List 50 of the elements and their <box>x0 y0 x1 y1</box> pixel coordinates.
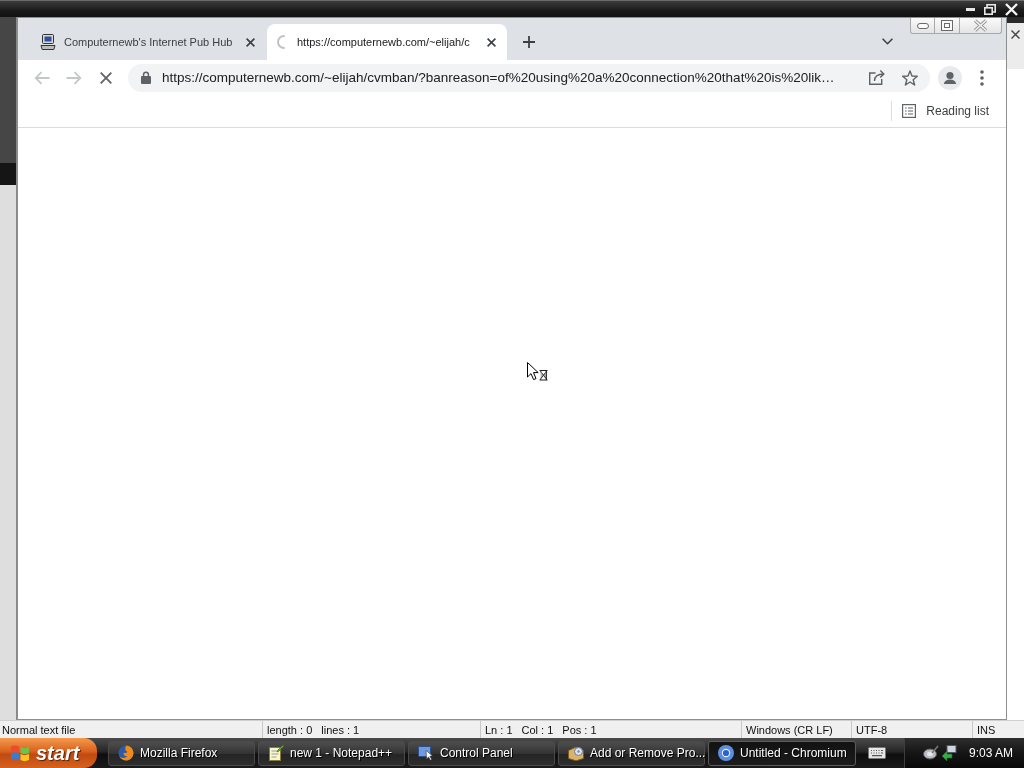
status-text: Windows (CR LF) <box>746 723 833 736</box>
minimize-icon <box>916 22 929 29</box>
share-icon <box>869 70 885 85</box>
network-icon[interactable] <box>941 745 957 761</box>
close-icon[interactable] <box>1011 30 1020 39</box>
minimize-icon[interactable] <box>966 7 975 11</box>
busy-cursor-icon <box>527 362 549 381</box>
status-text: length : 0 <box>267 723 313 736</box>
taskbar-button[interactable]: Untitled - Chromium <box>708 740 856 766</box>
taskbar-button[interactable]: Add or Remove Pro... <box>558 740 705 766</box>
reading-list-button[interactable]: Reading list <box>896 99 995 123</box>
close-icon <box>245 37 255 47</box>
restore-button[interactable] <box>935 18 960 34</box>
star-icon <box>902 69 918 86</box>
status-text: Pos : 1 <box>562 723 597 736</box>
circle-logo-icon <box>718 745 734 761</box>
taskbar-button[interactable]: new 1 - Notepad++ <box>258 740 405 766</box>
status-text: lines : 1 <box>321 723 360 736</box>
status-text: INS <box>977 723 996 736</box>
taskbar-button[interactable]: Control Panel <box>408 740 555 766</box>
clock: 9:03 AM <box>969 746 1014 760</box>
notepad-icon <box>268 745 284 761</box>
stop-icon <box>100 71 112 84</box>
address-bar[interactable]: https://computernewb.com/~elijah/cvmban/?banreason=of%20using%20a%20connection%20that%20is%20lik… <box>128 63 930 92</box>
tab[interactable]: https://computernewb.com/~elijah/c <box>267 24 507 60</box>
status-text: Col : 1 <box>521 723 554 736</box>
flag-icon <box>10 744 30 762</box>
back-arrow-icon <box>34 70 50 85</box>
dish-icon[interactable] <box>923 745 939 761</box>
taskbar-button[interactable]: Mozilla Firefox <box>108 740 255 766</box>
restore-icon[interactable] <box>984 3 996 15</box>
list-icon <box>902 104 917 118</box>
minimize-button[interactable] <box>910 18 935 34</box>
menu-icon <box>980 69 984 86</box>
close-icon <box>486 37 496 47</box>
globe-icon <box>118 745 134 761</box>
window-pointer-icon <box>418 745 434 761</box>
plus-icon <box>523 36 535 48</box>
restore-icon <box>941 20 953 31</box>
status-text: UTF-8 <box>856 723 888 736</box>
tab[interactable]: Computernewb's Internet Pub Hub <box>30 24 266 60</box>
status-text: Ln : 1 <box>485 723 513 736</box>
start-button[interactable]: start <box>0 738 97 768</box>
close-icon <box>973 19 988 32</box>
profile-button[interactable] <box>936 63 964 92</box>
person-icon <box>938 65 962 90</box>
keyboard-icon[interactable] <box>868 747 886 759</box>
status-text: Normal text file <box>2 723 76 736</box>
forward-arrow-icon <box>66 70 82 85</box>
chevron-down-icon <box>881 38 893 45</box>
